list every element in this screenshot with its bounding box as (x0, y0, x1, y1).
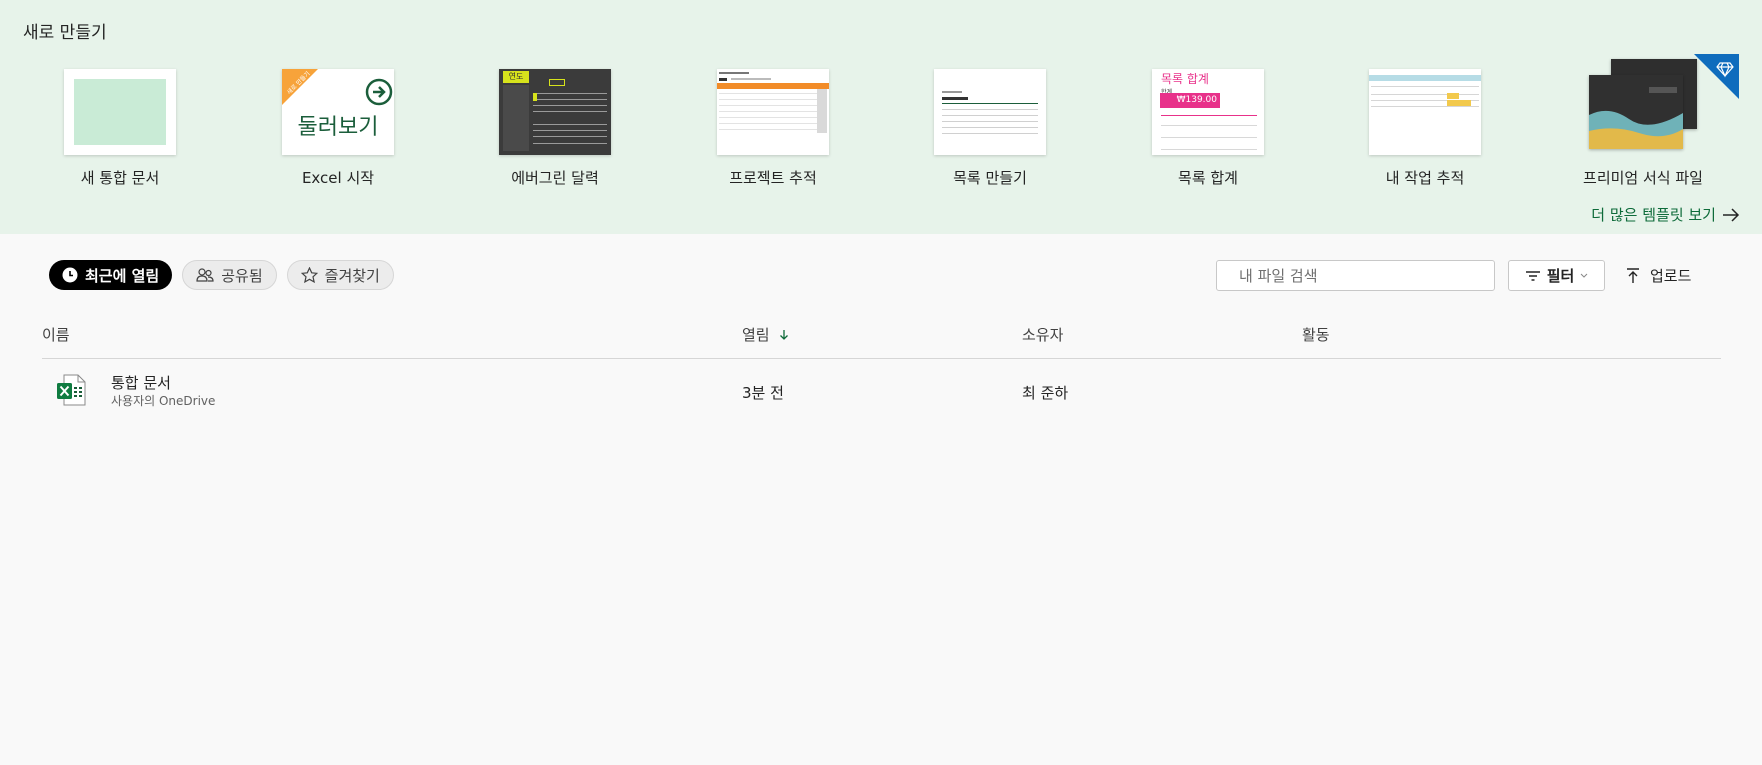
search-input[interactable] (1216, 260, 1495, 291)
clock-icon (62, 267, 78, 283)
template-excel-start[interactable]: 새로 만들기 둘러보기 Excel 시작 (228, 69, 448, 188)
diamond-icon (1694, 54, 1739, 99)
file-owner: 최 준하 (1022, 384, 1069, 402)
more-templates-link[interactable]: 더 많은 템플릿 보기 (1591, 204, 1740, 225)
template-label: Excel 시작 (301, 169, 375, 187)
template-list-total[interactable]: 목록 합계 합계 ₩139.00 목록 합계 (1098, 69, 1318, 188)
column-owner[interactable]: 소유자 (1022, 324, 1063, 345)
table-header: 이름 열림 소유자 활동 (42, 320, 1721, 359)
template-label: 프로젝트 추적 (729, 169, 817, 187)
tab-label: 즐겨찾기 (324, 266, 380, 285)
table-row[interactable]: 통합 문서 사용자의 OneDrive 3분 전 최 준하 (42, 370, 1721, 412)
tab-shared[interactable]: 공유됨 (182, 260, 277, 290)
file-opened: 3분 전 (742, 384, 784, 402)
make-list-thumbnail (934, 69, 1046, 155)
star-icon (300, 267, 318, 283)
tab-recent[interactable]: 최근에 열림 (49, 260, 173, 290)
template-label: 프리미엄 서식 파일 (1583, 169, 1703, 187)
template-label: 새 통합 문서 (80, 169, 160, 187)
new-section-title: 새로 만들기 (23, 23, 107, 43)
file-tabs: 최근에 열림 공유됨 즐겨찾기 (49, 260, 394, 290)
task-tracker-thumbnail (1369, 69, 1481, 155)
upload-icon (1627, 267, 1639, 283)
new-section: 새로 만들기 새 통합 문서 새로 만들기 둘러보기 Excel 시작 연도 에… (0, 0, 1762, 234)
upload-button[interactable]: 업로드 (1626, 260, 1691, 291)
column-activity[interactable]: 활동 (1302, 324, 1330, 345)
template-evergreen-calendar[interactable]: 연도 에버그린 달력 (445, 69, 665, 188)
calendar-thumbnail: 연도 (499, 69, 611, 155)
tour-thumbnail: 새로 만들기 둘러보기 (282, 69, 394, 155)
column-name[interactable]: 이름 (42, 324, 70, 345)
template-make-list[interactable]: 목록 만들기 (880, 69, 1100, 188)
filter-label: 필터 (1546, 267, 1575, 285)
project-tracker-thumbnail (717, 69, 829, 155)
list-total-thumbnail: 목록 합계 합계 ₩139.00 (1152, 69, 1264, 155)
template-label: 에버그린 달력 (511, 169, 599, 187)
template-label: 목록 합계 (1178, 169, 1238, 187)
arrow-right-icon (1723, 207, 1740, 222)
tab-favorites[interactable]: 즐겨찾기 (286, 260, 394, 290)
blank-workbook-thumbnail (64, 69, 176, 155)
template-task-tracker[interactable]: 내 작업 추적 (1315, 69, 1535, 188)
filter-icon (1525, 270, 1540, 281)
tour-thumb-text: 둘러보기 (297, 115, 379, 140)
sort-down-icon (779, 329, 788, 340)
excel-file-icon (57, 374, 86, 406)
template-label: 목록 만들기 (953, 169, 1027, 187)
template-label: 내 작업 추적 (1385, 169, 1465, 187)
premium-templates-thumbnail (1587, 59, 1699, 155)
chevron-down-icon (1580, 273, 1588, 278)
file-location: 사용자의 OneDrive (111, 394, 216, 408)
more-templates-label: 더 많은 템플릿 보기 (1591, 206, 1716, 224)
file-name[interactable]: 통합 문서 (111, 372, 171, 393)
filter-button[interactable]: 필터 (1508, 260, 1605, 291)
tab-label: 공유됨 (221, 266, 263, 285)
template-blank-workbook[interactable]: 새 통합 문서 (10, 69, 230, 188)
column-opened-label: 열림 (742, 326, 770, 344)
column-opened[interactable]: 열림 (742, 324, 789, 345)
tab-label: 최근에 열림 (85, 266, 160, 285)
template-project-tracker[interactable]: 프로젝트 추적 (663, 69, 883, 188)
upload-label: 업로드 (1650, 267, 1692, 285)
arrow-circle-icon (365, 78, 393, 106)
people-icon (196, 268, 214, 282)
